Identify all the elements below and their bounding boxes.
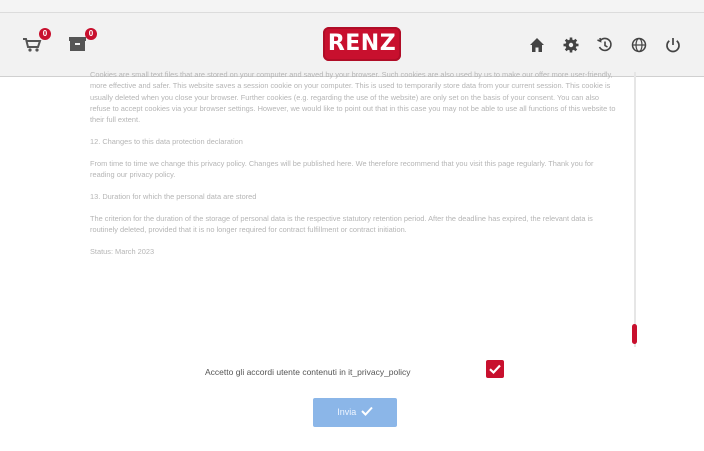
box-icon[interactable]: 0 — [68, 28, 97, 53]
header-bar: 0 0 RENZ — [0, 13, 704, 77]
paragraph-cookies: Cookies are small text files that are st… — [90, 70, 616, 125]
heading-duration: 13. Duration for which the personal data… — [90, 192, 257, 202]
history-icon[interactable] — [595, 35, 615, 55]
consent-label: Accetto gli accordi utente contenuti in … — [205, 367, 411, 377]
checkmark-icon — [489, 364, 501, 375]
cart-icon[interactable]: 0 — [22, 28, 51, 53]
confirm-button-label: Invia — [337, 407, 357, 417]
scrollbar-thumb[interactable] — [632, 324, 637, 344]
home-icon[interactable] — [527, 35, 547, 55]
cart-badge: 0 — [39, 28, 51, 40]
status-date: Status: March 2023 — [90, 247, 155, 257]
heading-changes: 12. Changes to this data protection decl… — [90, 137, 243, 147]
brand-logo: RENZ — [323, 27, 401, 61]
scrollbar[interactable] — [632, 72, 638, 347]
paragraph-changes: From time to time we change this privacy… — [90, 158, 594, 180]
box-badge: 0 — [85, 28, 97, 40]
paragraph-duration: The criterion for the duration of the st… — [90, 213, 593, 234]
privacy-policy-text: Cookies are small text files that are st… — [90, 69, 618, 334]
power-icon[interactable] — [663, 35, 683, 55]
consent-checkbox[interactable] — [486, 360, 504, 378]
confirm-button[interactable]: Invia — [313, 398, 397, 427]
check-icon — [361, 406, 373, 416]
globe-icon[interactable] — [629, 35, 649, 55]
scrollbar-track[interactable] — [634, 72, 636, 347]
settings-icon[interactable] — [561, 35, 581, 55]
